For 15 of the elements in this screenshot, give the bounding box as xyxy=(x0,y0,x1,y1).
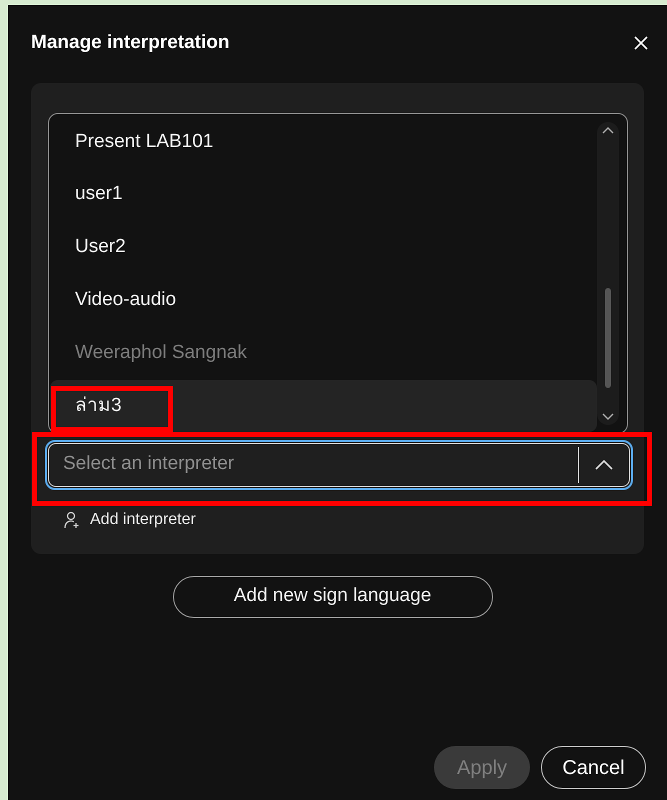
list-item[interactable]: user1 xyxy=(50,168,597,222)
dialog-title: Manage interpretation xyxy=(31,31,230,55)
list-item[interactable]: Video-audio xyxy=(50,274,597,327)
interpreter-select[interactable]: Select an interpreter xyxy=(48,442,630,486)
list-item[interactable]: User2 xyxy=(50,221,597,274)
list-item[interactable]: Present LAB101 xyxy=(50,116,597,168)
person-add-icon xyxy=(64,510,80,528)
cancel-button[interactable]: Cancel xyxy=(541,746,646,789)
chevron-up-icon[interactable] xyxy=(602,126,614,134)
scrollbar[interactable] xyxy=(597,122,619,424)
add-sign-language-button[interactable]: Add new sign language xyxy=(172,576,492,618)
add-interpreter-button[interactable]: Add interpreter xyxy=(64,508,196,532)
chevron-down-icon[interactable] xyxy=(602,412,614,420)
scrollbar-thumb[interactable] xyxy=(605,288,611,388)
list-item[interactable]: ล่าม3 xyxy=(50,380,597,432)
